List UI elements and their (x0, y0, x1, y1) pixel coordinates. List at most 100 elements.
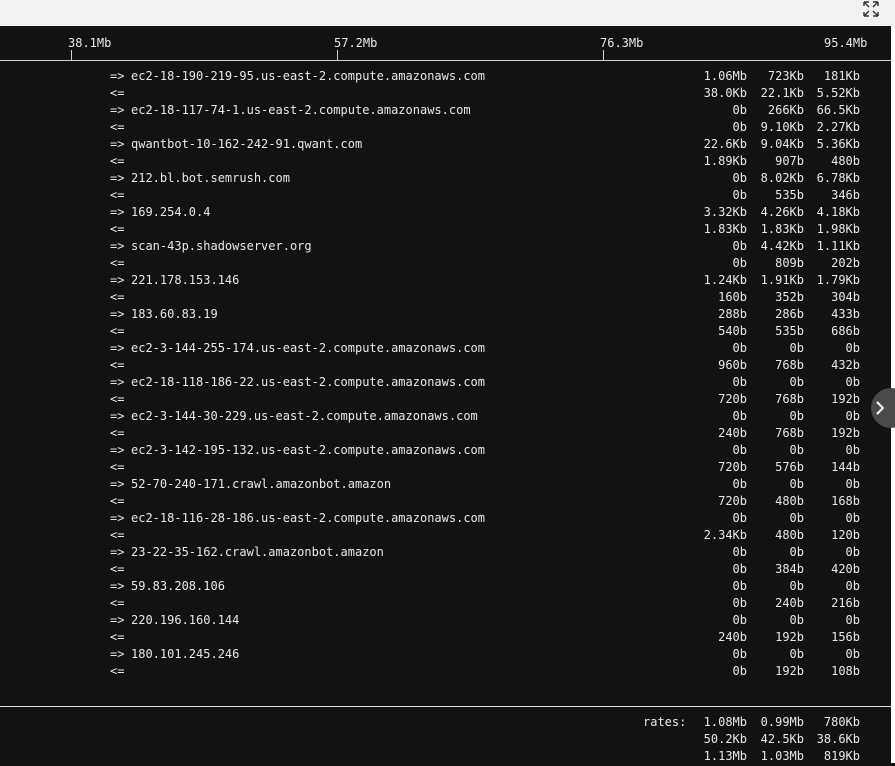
rate-40s: 432b (831, 358, 860, 372)
rate-2s: 0b (732, 171, 747, 185)
rate-2s: 0b (732, 511, 747, 525)
rate-40s: 480b (831, 154, 860, 168)
rates-label: rates: (643, 715, 687, 729)
flow-row-in: <= 0b 535b 346b (0, 188, 891, 205)
rate-2s: 1.06Mb (703, 69, 747, 83)
rate-10s: 192b (775, 630, 804, 644)
rate-40s: 168b (831, 494, 860, 508)
rate-2s: 1.13Mb (703, 749, 747, 763)
rate-10s: 0b (789, 647, 804, 661)
flow-row-out: => ec2-18-117-74-1.us-east-2.compute.amaz… (0, 103, 891, 120)
flow-row-out: => ec2-3-144-255-174.us-east-2.compute.am… (0, 341, 891, 358)
direction-arrow: => (110, 273, 125, 287)
rate-40s: 6.78Kb (816, 171, 860, 185)
rate-2s: 1.89Kb (703, 154, 747, 168)
direction-arrow: => (110, 477, 125, 491)
rate-2s: 0b (732, 545, 747, 559)
rate-10s: 0b (789, 579, 804, 593)
flow-row-in: <= 0b 192b 108b (0, 664, 891, 681)
rate-2s: 1.24Kb (703, 273, 747, 287)
scale-label: 57.2Mb (334, 36, 378, 50)
host-name: 59.83.208.106 (131, 579, 225, 593)
direction-arrow: => (110, 205, 125, 219)
host-name: ec2-18-190-219-95.us-east-2.compute.amaz… (131, 69, 486, 83)
rate-10s: 286b (775, 307, 804, 321)
rate-10s: 1.83Kb (760, 222, 804, 236)
flow-row-out: => 59.83.208.106 0b 0b 0b (0, 579, 891, 596)
host-name: 221.178.153.146 (131, 273, 240, 287)
rate-40s: 38.6Kb (816, 732, 860, 746)
rate-10s: 42.5Kb (760, 732, 804, 746)
rate-40s: 0b (845, 647, 860, 661)
rate-2s: 0b (732, 239, 747, 253)
rate-2s: 720b (718, 392, 747, 406)
direction-arrow: => (110, 545, 125, 559)
rate-2s: 0b (732, 341, 747, 355)
flow-row-out: => qwantbot-10-162-242-91.qwant.com 22.6Kb… (0, 137, 891, 154)
host-name: ec2-3-144-30-229.us-east-2.compute.amazo… (131, 409, 478, 423)
rate-2s: 0b (732, 562, 747, 576)
host-name: ec2-18-116-28-186.us-east-2.compute.amaz… (131, 511, 486, 525)
host-name: 169.254.0.4 (131, 205, 211, 219)
scale-label: 38.1Mb (68, 36, 112, 50)
rate-40s: 5.52Kb (816, 86, 860, 100)
rate-40s: 216b (831, 596, 860, 610)
rate-40s: 4.18Kb (816, 205, 860, 219)
direction-arrow: => (110, 137, 125, 151)
bandwidth-scale: 38.1Mb 57.2Mb 76.3Mb 95.4Mb (0, 26, 891, 62)
flow-row-in: <= 0b 240b 216b (0, 596, 891, 613)
rate-40s: 0b (845, 613, 860, 627)
direction-arrow: <= (110, 154, 125, 168)
rate-10s: 9.10Kb (760, 120, 804, 134)
scale-tick (71, 50, 72, 60)
direction-arrow: <= (110, 528, 125, 542)
rate-10s: 4.42Kb (760, 239, 804, 253)
rate-40s: 0b (845, 477, 860, 491)
totals-row-total: 1.13Mb 1.03Mb 819Kb (0, 749, 891, 766)
rate-2s: 0b (732, 664, 747, 678)
direction-arrow: => (110, 409, 125, 423)
flow-row-out: => ec2-18-116-28-186.us-east-2.compute.am… (0, 511, 891, 528)
rate-10s: 0b (789, 443, 804, 457)
rate-10s: 768b (775, 358, 804, 372)
rate-40s: 346b (831, 188, 860, 202)
rate-2s: 38.0Kb (703, 86, 747, 100)
rate-10s: 192b (775, 664, 804, 678)
rate-40s: 0b (845, 341, 860, 355)
rate-40s: 819Kb (823, 749, 860, 763)
next-button[interactable] (871, 388, 895, 428)
rate-10s: 535b (775, 324, 804, 338)
rate-10s: 1.03Mb (760, 749, 804, 763)
scale-label: 95.4Mb (824, 36, 868, 50)
rate-10s: 723Kb (767, 69, 804, 83)
flow-row-in: <= 240b 192b 156b (0, 630, 891, 647)
host-name: ec2-18-117-74-1.us-east-2.compute.amazon… (131, 103, 471, 117)
rate-10s: 907b (775, 154, 804, 168)
flow-row-in: <= 0b 9.10Kb 2.27Kb (0, 120, 891, 137)
expand-icon[interactable] (861, 0, 881, 18)
rate-2s: 0b (732, 443, 747, 457)
scale-axis (0, 60, 891, 61)
flow-row-in: <= 240b 768b 192b (0, 426, 891, 443)
rate-10s: 480b (775, 528, 804, 542)
totals-divider (0, 706, 893, 707)
rate-2s: 50.2Kb (703, 732, 747, 746)
top-bar (0, 0, 895, 26)
rate-10s: 240b (775, 596, 804, 610)
rate-10s: 0b (789, 341, 804, 355)
rate-2s: 0b (732, 647, 747, 661)
direction-arrow: => (110, 171, 125, 185)
host-name: ec2-3-142-195-132.us-east-2.compute.amaz… (131, 443, 486, 457)
rate-2s: 3.32Kb (703, 205, 747, 219)
rate-2s: 720b (718, 494, 747, 508)
direction-arrow: => (110, 103, 125, 117)
flow-row-in: <= 1.89Kb 907b 480b (0, 154, 891, 171)
rate-40s: 1.98Kb (816, 222, 860, 236)
flow-row-in: <= 720b 480b 168b (0, 494, 891, 511)
rate-10s: 0b (789, 613, 804, 627)
rate-2s: 160b (718, 290, 747, 304)
direction-arrow: => (110, 307, 125, 321)
direction-arrow: <= (110, 562, 125, 576)
rate-2s: 540b (718, 324, 747, 338)
scale-tick (603, 50, 604, 60)
